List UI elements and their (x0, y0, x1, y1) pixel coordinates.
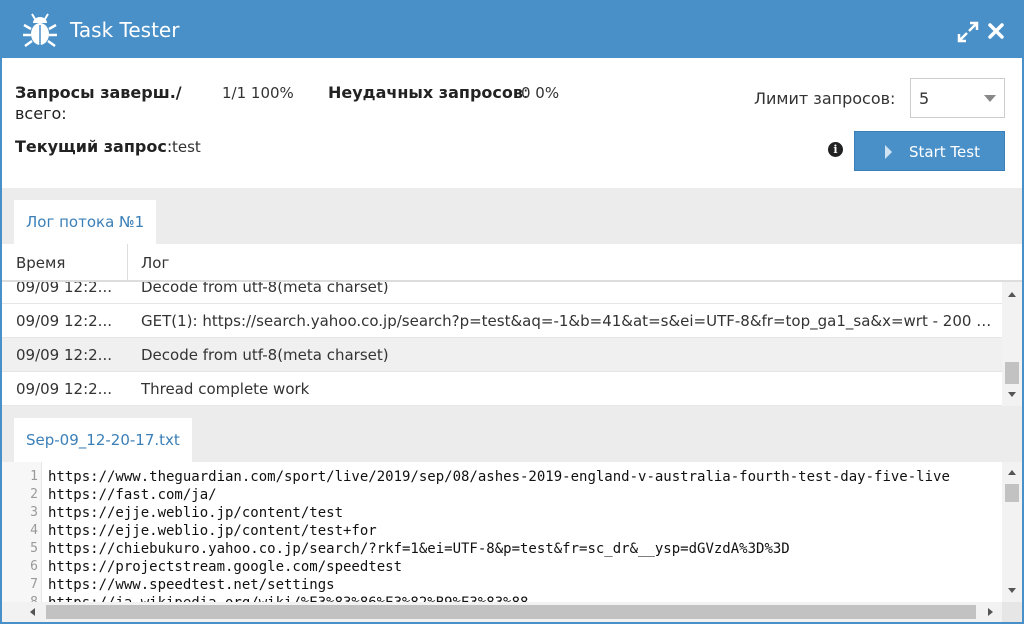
line-text: https://projectstream.google.com/speedte… (48, 559, 403, 575)
code-line: 2 https://fast.com/ja/ (2, 486, 1002, 504)
code-line: 7 https://www.speedtest.net/settings (2, 576, 1002, 594)
line-number: 1 (30, 469, 38, 484)
scrollbar-corner (1002, 602, 1022, 622)
row-message: GET(1): https://search.yahoo.co.jp/searc… (141, 312, 993, 330)
column-divider[interactable] (127, 244, 128, 282)
log-tab-bar: Лог потока №1 (2, 188, 1022, 244)
start-test-button[interactable]: Start Test (854, 131, 1005, 171)
current-label: Текущий запрос: (15, 136, 172, 157)
log-table-body: 09/09 12:2... Decode from utf-8(meta cha… (2, 282, 1002, 406)
info-icon[interactable]: i (828, 142, 843, 157)
row-time: 09/09 12:2... (16, 282, 112, 296)
file-content-viewer[interactable]: 1 https://www.theguardian.com/sport/live… (2, 462, 1002, 602)
line-text: https://ejje.weblio.jp/content/test (48, 505, 344, 521)
completed-label: Запросы заверш./ всего: (15, 82, 182, 124)
line-text: https://ejje.weblio.jp/content/test+for (48, 523, 377, 539)
table-row[interactable]: 09/09 12:2... Thread complete work (2, 372, 1002, 406)
file-tab-bar: Sep-09_12-20-17.txt (2, 406, 1022, 462)
line-text: https://fast.com/ja/ (48, 487, 217, 503)
chevron-down-icon (984, 95, 996, 102)
scroll-down-arrow-icon[interactable] (1008, 392, 1016, 397)
failed-value: 0 0% (521, 84, 560, 102)
line-number: 3 (30, 505, 38, 520)
table-row[interactable]: 09/09 12:2... GET(1): https://search.yah… (2, 304, 1002, 338)
code-line: 8 https://ja.wikipedia.org/wiki/%E3%83%8… (2, 594, 1002, 602)
code-line: 1 https://www.theguardian.com/sport/live… (2, 468, 1002, 486)
failed-label: Неудачных запросов: (328, 82, 528, 103)
line-number: 5 (30, 541, 38, 556)
file-horizontal-scroll-thumb[interactable] (46, 605, 976, 619)
code-line: 5 https://chiebukuro.yahoo.co.jp/search/… (2, 540, 1002, 558)
line-text: https://chiebukuro.yahoo.co.jp/search/?r… (48, 541, 790, 557)
log-vertical-scrollbar[interactable] (1002, 282, 1022, 406)
expand-icon[interactable] (957, 21, 979, 43)
line-text: https://ja.wikipedia.org/wiki/%E3%83%86%… (48, 594, 528, 602)
line-number: 4 (30, 523, 38, 538)
column-header-log[interactable]: Лог (141, 254, 169, 272)
file-horizontal-scrollbar[interactable] (2, 602, 1002, 622)
row-time: 09/09 12:2... (16, 346, 112, 364)
line-number: 7 (30, 577, 38, 592)
line-text: https://www.speedtest.net/settings (48, 577, 335, 593)
row-message: Decode from utf-8(meta charset) (141, 346, 389, 364)
code-line: 3 https://ejje.weblio.jp/content/test (2, 504, 1002, 522)
table-row[interactable]: 09/09 12:2... Decode from utf-8(meta cha… (2, 282, 1002, 304)
failed-label-text: Неудачных запросов (328, 83, 523, 102)
scroll-right-arrow-icon[interactable] (988, 608, 993, 616)
close-icon[interactable] (986, 21, 1006, 41)
log-scroll-thumb[interactable] (1005, 362, 1019, 384)
line-number: 2 (30, 487, 38, 502)
limit-select-value: 5 (919, 89, 930, 108)
title-bar: Task Tester (2, 2, 1022, 58)
line-text: https://www.theguardian.com/sport/live/2… (48, 469, 950, 485)
scroll-up-arrow-icon[interactable] (1008, 292, 1016, 297)
completed-label-line2: всего: (15, 104, 67, 123)
current-label-text: Текущий запрос (15, 137, 167, 156)
tab-result-file[interactable]: Sep-09_12-20-17.txt (14, 418, 192, 462)
tab-thread-log[interactable]: Лог потока №1 (14, 200, 157, 244)
limit-label: Лимит запросов: (754, 89, 896, 108)
file-vertical-scrollbar[interactable] (1002, 462, 1022, 602)
completed-label-line1: Запросы заверш./ (15, 83, 182, 102)
row-time: 09/09 12:2... (16, 380, 112, 398)
column-header-time[interactable]: Время (16, 254, 65, 272)
row-time: 09/09 12:2... (16, 312, 112, 330)
table-row[interactable]: 09/09 12:2... Decode from utf-8(meta cha… (2, 338, 1002, 372)
stats-panel: Запросы заверш./ всего: 1/1 100% Неудачн… (2, 58, 1022, 188)
play-icon (885, 145, 892, 159)
row-message: Decode from utf-8(meta charset) (141, 282, 389, 296)
row-message: Thread complete work (141, 380, 310, 398)
log-table-header: Время Лог (2, 244, 1022, 282)
limit-select[interactable]: 5 (910, 78, 1005, 118)
code-line: 4 https://ejje.weblio.jp/content/test+fo… (2, 522, 1002, 540)
line-number: 6 (30, 559, 38, 574)
completed-value: 1/1 100% (222, 84, 294, 102)
scroll-up-arrow-icon[interactable] (1008, 470, 1016, 475)
current-value: test (172, 138, 201, 156)
bug-icon (23, 13, 57, 48)
line-number: 8 (2, 594, 38, 602)
code-line: 6 https://projectstream.google.com/speed… (2, 558, 1002, 576)
scroll-down-arrow-icon[interactable] (1008, 588, 1016, 593)
file-scroll-thumb[interactable] (1005, 484, 1019, 502)
task-tester-window: Task Tester Запросы заверш./ всего: 1/1 … (0, 0, 1024, 624)
window-title: Task Tester (70, 18, 180, 42)
scroll-left-arrow-icon[interactable] (30, 608, 35, 616)
start-test-label: Start Test (909, 143, 980, 161)
